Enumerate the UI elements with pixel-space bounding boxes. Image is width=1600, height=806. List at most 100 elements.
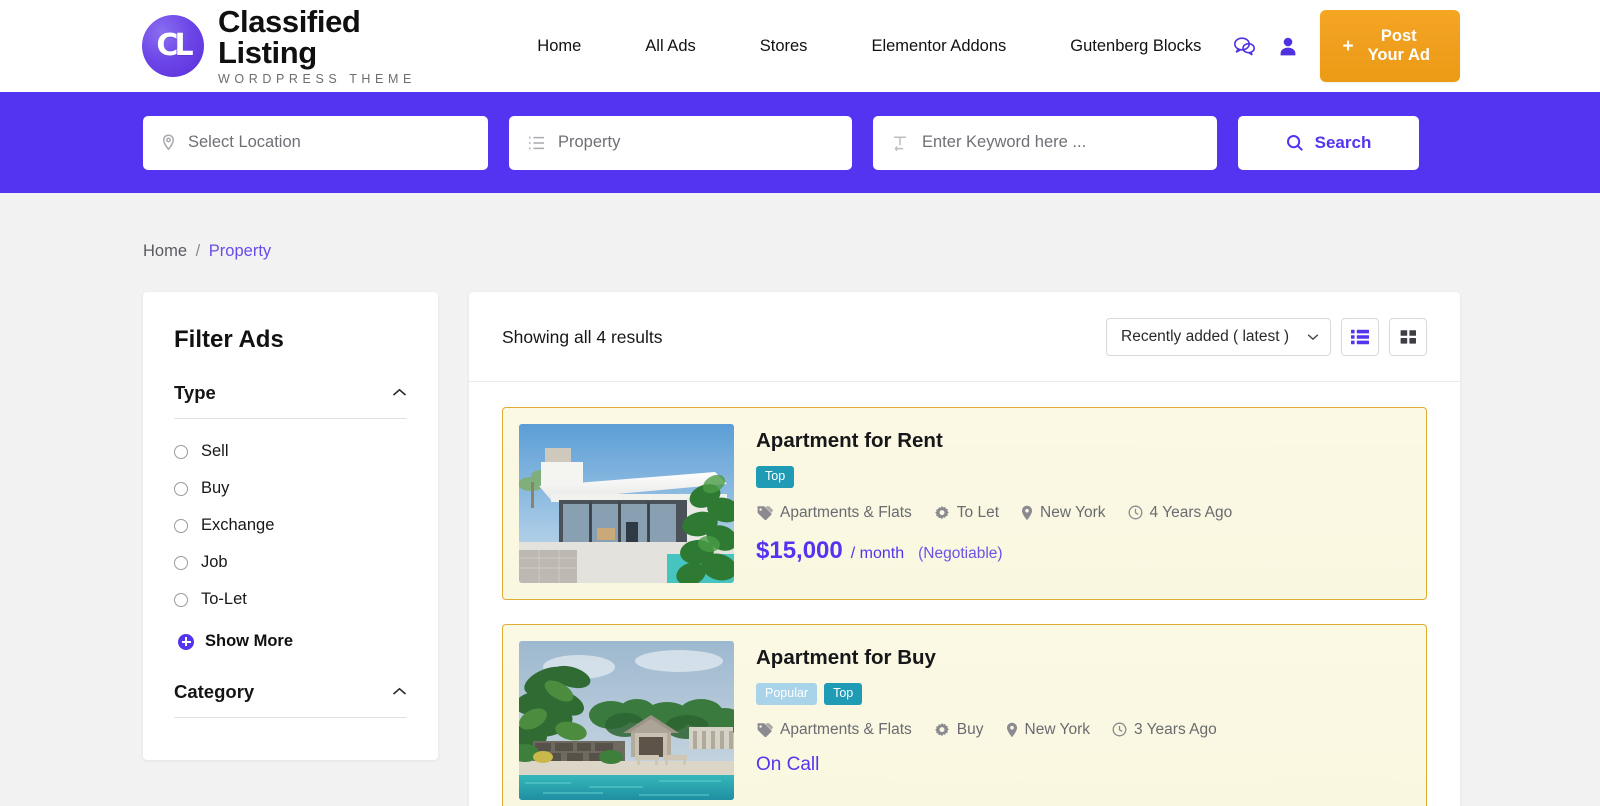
listing-time: 3 Years Ago — [1112, 721, 1217, 739]
listing-time-label: 4 Years Ago — [1149, 503, 1233, 521]
category-select[interactable]: Property — [509, 115, 852, 170]
listing-title[interactable]: Apartment for Buy — [756, 646, 1410, 670]
modern-white-villa-photo — [519, 424, 734, 583]
facet-header-type[interactable]: Type — [174, 382, 407, 418]
search-button[interactable]: Search — [1238, 115, 1419, 170]
show-more-button[interactable]: Show More — [174, 618, 407, 651]
post-your-ad-button[interactable]: + Post Your Ad — [1320, 10, 1460, 82]
search-button-label: Search — [1314, 132, 1372, 152]
chevron-up-icon — [392, 384, 407, 402]
site-header: CL Classified Listing WORDPRESS THEME Ho… — [0, 0, 1600, 92]
results-count: Showing all 4 results — [502, 326, 663, 347]
listing-category: Apartments & Flats — [756, 504, 912, 522]
facet-divider — [174, 418, 407, 419]
category-select-value: Property — [558, 133, 621, 151]
listing-price: $15,000 — [756, 536, 843, 564]
filter-option-sell[interactable]: Sell — [174, 433, 407, 470]
user-account-icon[interactable] — [1278, 36, 1298, 57]
plus-icon: + — [1342, 35, 1354, 57]
listing-time: 4 Years Ago — [1128, 503, 1233, 522]
listing-meta: Apartments & Flats To Let New York 4 Yea… — [756, 504, 1410, 522]
breadcrumb-separator: / — [195, 242, 201, 260]
radio-icon[interactable] — [174, 518, 188, 533]
map-pin-icon — [1022, 505, 1033, 520]
listing-badges: Top — [756, 466, 1410, 488]
clock-icon — [1112, 722, 1127, 737]
map-pin-icon — [1006, 722, 1017, 737]
listing-location-label: New York — [1040, 503, 1106, 521]
status-badge: Top — [756, 466, 795, 488]
search-icon — [1286, 134, 1303, 151]
radio-icon[interactable] — [174, 481, 188, 496]
listing-title[interactable]: Apartment for Rent — [756, 429, 1410, 453]
chevron-up-icon — [392, 683, 407, 701]
chat-bubbles-icon[interactable] — [1233, 36, 1256, 57]
status-badge: Top — [824, 683, 863, 705]
listing-location-label: New York — [1024, 720, 1090, 738]
radio-icon[interactable] — [174, 555, 188, 570]
filter-option-to-let[interactable]: To-Let — [174, 581, 407, 618]
facet-label-category: Category — [174, 681, 255, 702]
listing-thumbnail[interactable] — [519, 424, 734, 583]
show-more-label: Show More — [205, 632, 294, 650]
filter-option-label: Buy — [201, 479, 230, 497]
location-select[interactable]: Select Location — [143, 115, 488, 170]
brand-subtitle: WORDPRESS THEME — [218, 72, 416, 87]
listing-price-unit: / month — [850, 544, 905, 562]
filter-option-exchange[interactable]: Exchange — [174, 507, 407, 544]
brand-title: Classified Listing — [218, 4, 361, 71]
breadcrumb-current[interactable]: Property — [209, 242, 271, 260]
listing-on-call: On Call — [756, 753, 820, 775]
listing-price-note: (Negotiable) — [918, 544, 1003, 562]
tropical-resort-pool-photo — [519, 641, 734, 800]
nav-item-elementor-addons[interactable]: Elementor Addons — [839, 27, 1038, 66]
filter-sidebar-title: Filter Ads — [174, 326, 284, 353]
results-toolbar: Showing all 4 results Recently added ( l… — [469, 292, 1460, 382]
listing-category-label: Apartments & Flats — [780, 720, 912, 738]
breadcrumb-home[interactable]: Home — [143, 242, 187, 260]
list-view-icon — [1351, 329, 1369, 345]
clock-icon — [1128, 505, 1142, 520]
listings-list: Apartment for Rent Top Apartments & Flat… — [469, 382, 1460, 806]
filter-option-label: To-Let — [201, 590, 247, 608]
sort-select-value: Recently added ( latest ) — [1121, 328, 1290, 345]
post-your-ad-label: Post Your Ad — [1367, 27, 1430, 64]
nav-item-stores[interactable]: Stores — [728, 27, 840, 66]
filter-option-buy[interactable]: Buy — [174, 470, 407, 507]
text-cursor-icon — [894, 135, 906, 151]
radio-icon[interactable] — [174, 444, 188, 459]
grid-view-toggle[interactable] — [1389, 318, 1427, 356]
facet-spacer — [174, 651, 407, 681]
filter-option-label: Sell — [201, 442, 229, 460]
gear-icon — [934, 505, 949, 519]
filter-option-label: Exchange — [201, 516, 275, 534]
radio-icon[interactable] — [174, 592, 188, 607]
plus-circle-icon — [178, 633, 194, 650]
sort-select[interactable]: Recently added ( latest ) — [1106, 318, 1331, 356]
listing-price-row: $15,000 / month (Negotiable) — [756, 537, 1410, 565]
tag-icon — [757, 505, 773, 520]
listing-thumbnail[interactable] — [519, 641, 734, 800]
nav-item-all-ads[interactable]: All Ads — [613, 27, 727, 66]
brand-logo[interactable]: CL Classified Listing WORDPRESS THEME — [142, 6, 427, 86]
list-view-toggle[interactable] — [1341, 318, 1379, 356]
chevron-down-icon — [1307, 330, 1319, 344]
listing-card[interactable]: Apartment for Buy Popular Top Apartments… — [502, 624, 1427, 806]
listing-time-label: 3 Years Ago — [1134, 720, 1217, 738]
nav-item-gutenberg-blocks[interactable]: Gutenberg Blocks — [1038, 27, 1233, 66]
listing-type: To Let — [934, 504, 999, 522]
tag-icon — [757, 722, 773, 737]
nav-item-home[interactable]: Home — [509, 27, 613, 66]
main-navigation: Home All Ads Stores Elementor Addons Gut… — [509, 27, 1233, 66]
listing-category: Apartments & Flats — [756, 721, 912, 739]
facet-header-category[interactable]: Category — [174, 681, 407, 717]
keyword-input[interactable]: Enter Keyword here ... — [873, 115, 1217, 170]
filter-option-job[interactable]: Job — [174, 544, 407, 581]
listing-meta: Apartments & Flats Buy New York 3 Years … — [756, 721, 1410, 739]
facet-divider — [174, 717, 407, 718]
listing-card[interactable]: Apartment for Rent Top Apartments & Flat… — [502, 407, 1427, 600]
header-actions: + Post Your Ad — [1233, 10, 1460, 82]
grid-view-icon — [1400, 330, 1416, 344]
listing-type-label: Buy — [956, 720, 984, 738]
gear-icon — [934, 722, 949, 736]
